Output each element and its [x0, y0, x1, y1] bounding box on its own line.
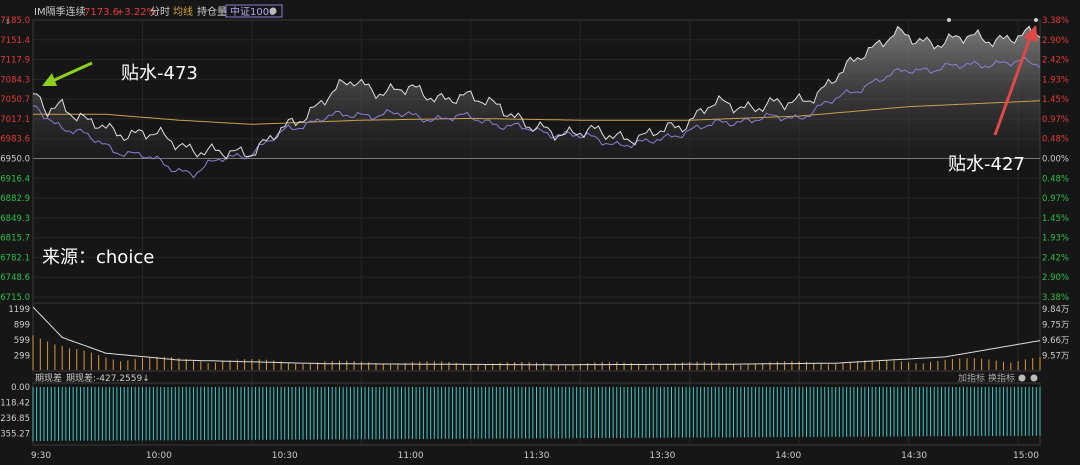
price-tick-label: 7185.0 — [0, 16, 30, 26]
volume-tick-label: 1199 — [8, 305, 30, 315]
tab-intraday[interactable]: 分时 — [150, 6, 170, 18]
open-interest-tick-label: 9.75万 — [1042, 321, 1069, 331]
price-tick-label: 6715.0 — [0, 293, 30, 303]
percent-tick-label: 0.48% — [1042, 174, 1069, 184]
symbol-name[interactable]: IM隔季连续 — [34, 5, 86, 18]
price-tick-label: 6950.0 — [0, 155, 30, 165]
percent-tick-label: 0.97% — [1042, 115, 1069, 125]
time-tick-label: 10:30 — [272, 451, 298, 461]
time-tick-label: 13:30 — [649, 451, 675, 461]
open-interest-tick-label: 9.84万 — [1042, 305, 1069, 315]
price-tick-label: 7050.7 — [0, 95, 30, 105]
price-tick-label: 7017.1 — [0, 115, 30, 125]
basis-tick-label: -355.27 — [0, 430, 30, 440]
price-tick-label: 6916.4 — [0, 174, 30, 184]
percent-tick-label: 1.45% — [1042, 214, 1069, 224]
percent-tick-label: 0.00% — [1042, 155, 1069, 165]
annotation-source: 来源：choice — [42, 247, 155, 268]
time-tick-label: 15:00 — [1013, 451, 1039, 461]
basis-tick-label: -236.85 — [0, 414, 30, 424]
close-panel-icon[interactable] — [1030, 374, 1038, 382]
percent-tick-label: 2.42% — [1042, 56, 1069, 66]
time-tick-label: 14:30 — [901, 451, 927, 461]
percent-tick-label: 0.97% — [1042, 194, 1069, 204]
annotation-discount-open: 贴水-473 — [121, 63, 198, 84]
add-indicator-link[interactable]: 加指标 — [958, 372, 985, 384]
percent-tick-label: 3.38% — [1042, 293, 1069, 303]
switch-indicator-link[interactable]: 换指标 — [988, 372, 1015, 384]
price-tick-label: 7151.4 — [0, 36, 30, 46]
time-tick-label: 9:30 — [31, 451, 51, 461]
percent-tick-label: 1.93% — [1042, 234, 1069, 244]
volume-tick-label: 899 — [14, 321, 30, 331]
basis-title[interactable]: 期现差 — [35, 372, 62, 384]
open-interest-tick-label: 9.66万 — [1042, 336, 1069, 346]
tab-open-interest[interactable]: 持仓量 — [197, 5, 227, 18]
price-tick-label: 6983.6 — [0, 135, 30, 145]
close-badge-icon[interactable] — [269, 7, 277, 15]
price-tick-label: 6782.1 — [0, 253, 30, 263]
percent-tick-label: 2.90% — [1042, 273, 1069, 283]
time-tick-label: 14:00 — [775, 451, 801, 461]
percent-tick-label: 1.45% — [1042, 95, 1069, 105]
basis-tick-label: -118.42 — [0, 399, 30, 409]
time-tick-label: 10:00 — [146, 451, 172, 461]
price-tick-label: 6815.7 — [0, 234, 30, 244]
tab-avg-line[interactable]: 均线 — [173, 5, 193, 18]
annotation-discount-close: 贴水-427 — [948, 154, 1025, 175]
volume-tick-label: 599 — [14, 336, 30, 346]
index-badge[interactable]: 中证1000 — [230, 5, 275, 18]
last-price: 7173.6 — [84, 7, 119, 18]
volume-tick-label: 299 — [14, 352, 30, 362]
price-tick-label: 6882.9 — [0, 194, 30, 204]
marker-dot — [947, 18, 951, 22]
basis-value: 期现差:-427.2559↓ — [66, 372, 150, 384]
price-axis-left: 7185.0 7151.4 7117.9 7084.3 7050.7 7017.1 6983… — [0, 16, 30, 303]
settings-gear-icon[interactable] — [1018, 374, 1026, 382]
price-tick-label: 6748.6 — [0, 273, 30, 283]
open-interest-tick-label: 9.57万 — [1042, 352, 1069, 362]
percent-tick-label: 1.93% — [1042, 75, 1069, 85]
price-tick-label: 7084.3 — [0, 75, 30, 85]
percent-tick-label: 2.90% — [1042, 36, 1069, 46]
price-tick-label: 6849.3 — [0, 214, 30, 224]
time-tick-label: 11:00 — [398, 451, 424, 461]
basis-tick-label: 0.00 — [11, 383, 30, 393]
percent-axis-right: 3.38% 2.90% 2.42% 1.93% 1.45% 0.97% 0.48% 0.00%… — [1042, 16, 1069, 303]
percent-tick-label: 3.38% — [1042, 16, 1069, 26]
marker-dot — [1034, 18, 1038, 22]
time-tick-label: 11:30 — [524, 451, 550, 461]
percent-tick-label: 0.48% — [1042, 135, 1069, 145]
percent-tick-label: 2.42% — [1042, 253, 1069, 263]
price-tick-label: 7117.9 — [0, 56, 30, 66]
